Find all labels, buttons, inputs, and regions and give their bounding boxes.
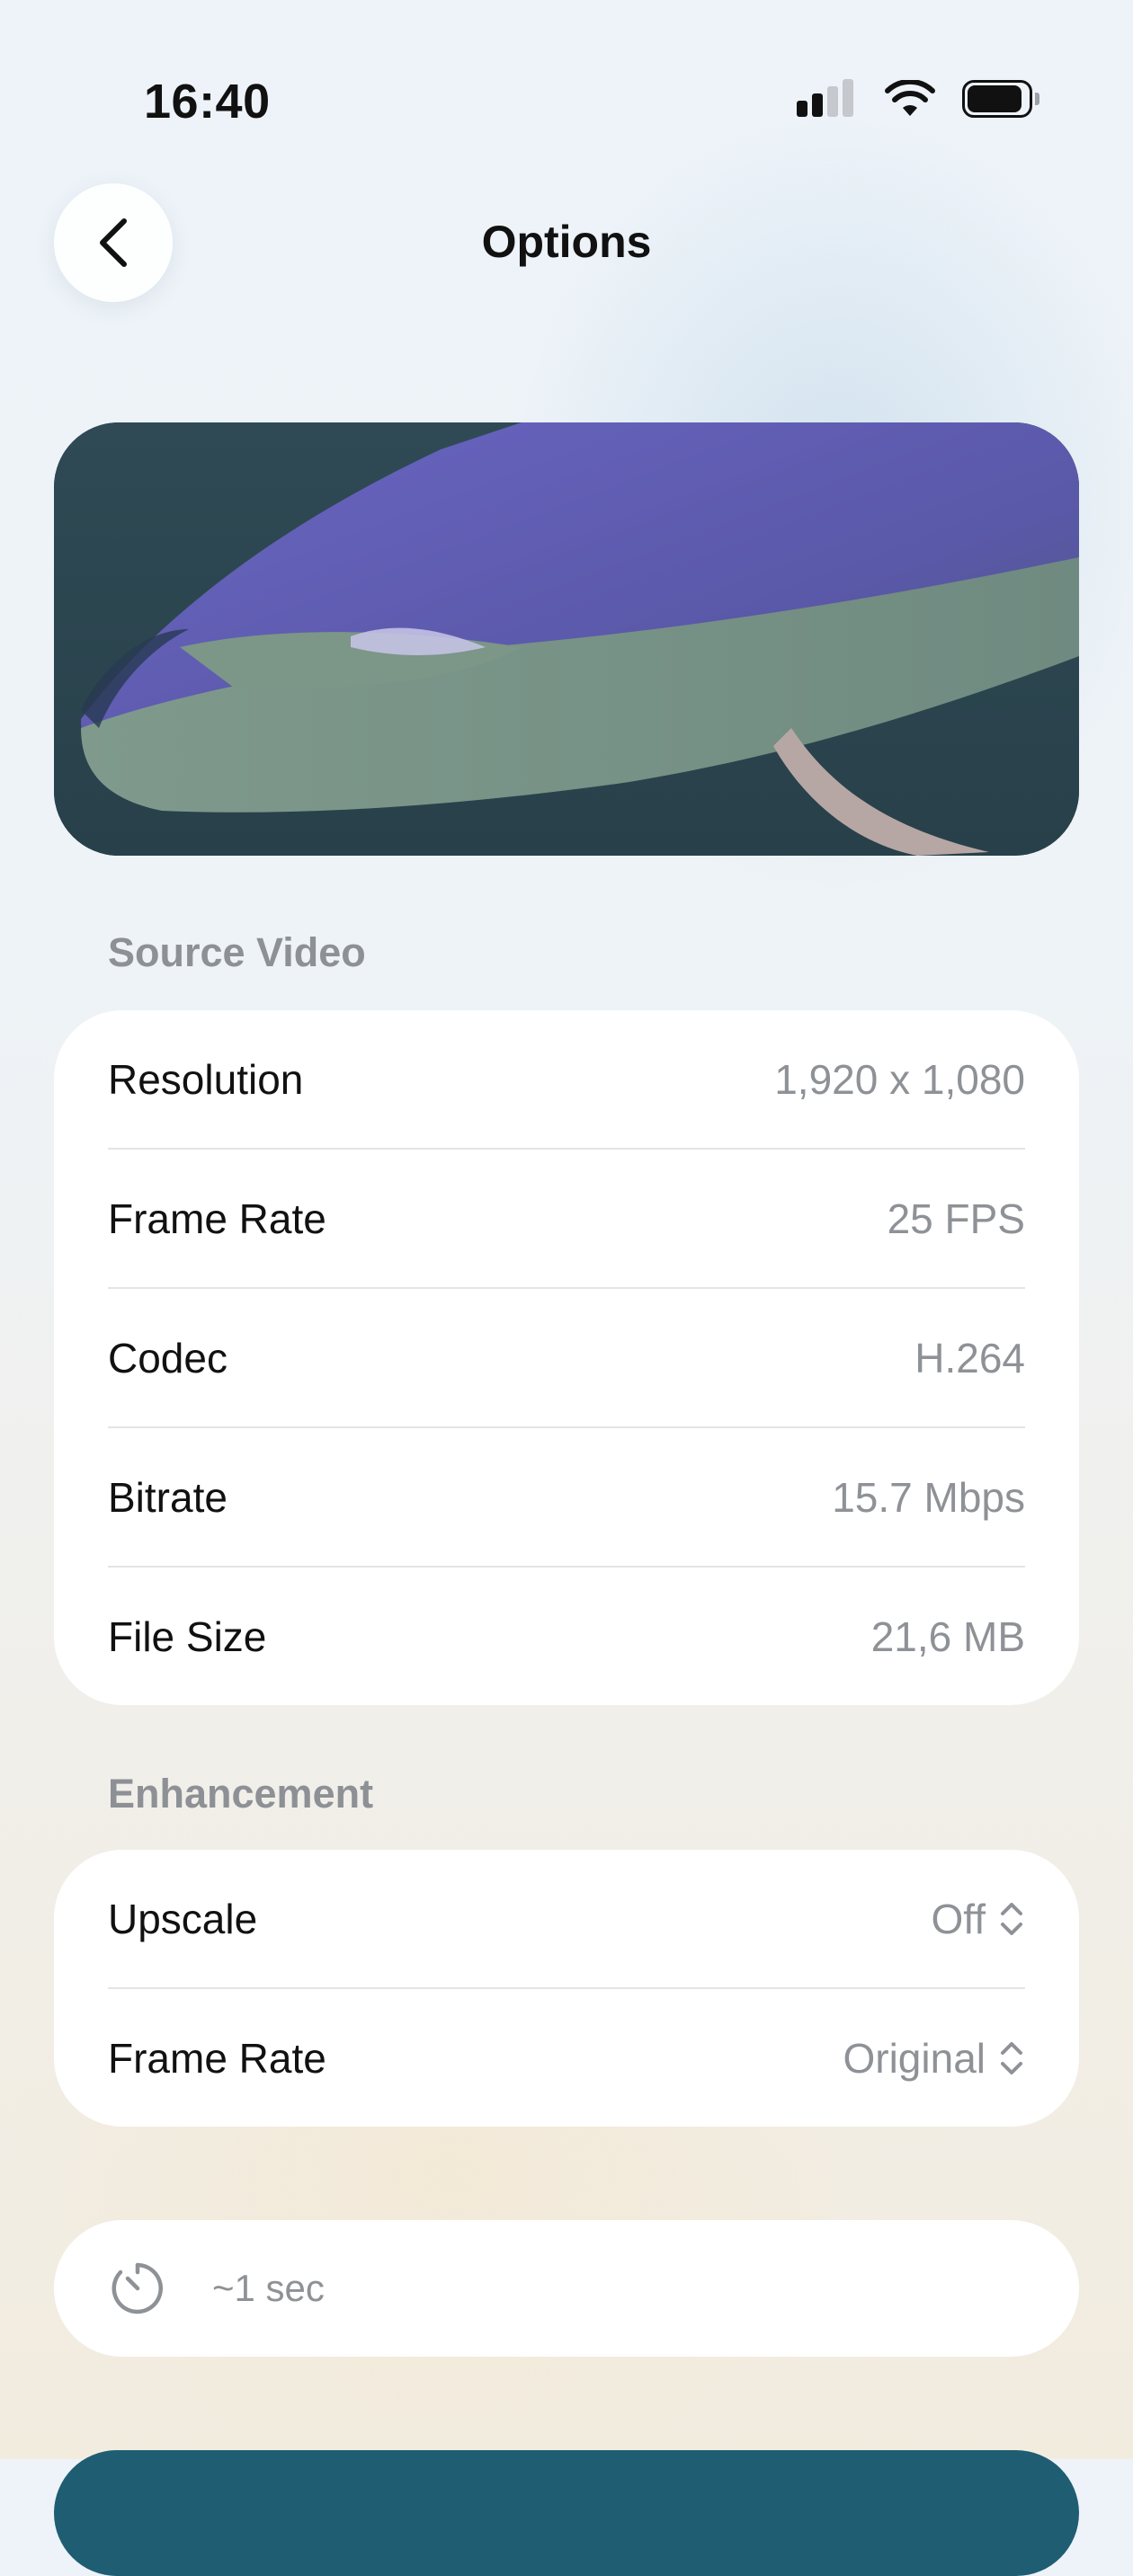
row-label: Codec [108, 1334, 227, 1381]
row-label: Frame Rate [108, 1195, 326, 1242]
video-thumbnail[interactable] [54, 422, 1079, 856]
info-row-codec: Codec H.264 [108, 1289, 1025, 1428]
cellular-signal-icon [797, 79, 858, 119]
info-row-bitrate: Bitrate 15.7 Mbps [108, 1428, 1025, 1568]
chevron-up-down-icon [1001, 1902, 1022, 1935]
row-label: Frame Rate [108, 2034, 326, 2082]
row-value: 25 FPS [887, 1195, 1025, 1242]
row-value: 1,920 x 1,080 [774, 1055, 1025, 1103]
info-row-resolution: Resolution 1,920 x 1,080 [108, 1010, 1025, 1150]
section-header-source-video: Source Video [108, 929, 366, 975]
row-label: Bitrate [108, 1473, 227, 1521]
status-time: 16:40 [144, 75, 271, 129]
picker-value: Original [843, 2034, 986, 2082]
estimated-time-pill: ~1 sec [54, 2220, 1079, 2357]
upscale-picker[interactable]: Off [931, 1895, 1025, 1943]
row-value: H.264 [914, 1334, 1025, 1381]
battery-icon [962, 80, 1039, 118]
status-icons [797, 79, 1039, 119]
source-video-card: Resolution 1,920 x 1,080 Frame Rate 25 F… [54, 1010, 1079, 1705]
timer-icon [112, 2262, 163, 2314]
row-label: Resolution [108, 1055, 304, 1103]
info-row-frame-rate: Frame Rate 25 FPS [108, 1150, 1025, 1289]
page-title: Options [481, 217, 652, 267]
enhancement-card: Upscale Off Frame Rate Original [54, 1850, 1079, 2127]
picker-row-frame-rate[interactable]: Frame Rate Original [108, 1989, 1025, 2127]
row-value: 15.7 Mbps [832, 1473, 1025, 1521]
picker-row-upscale[interactable]: Upscale Off [108, 1850, 1025, 1989]
estimated-time-text: ~1 sec [212, 2267, 325, 2309]
wifi-icon [885, 80, 935, 116]
chevron-up-down-icon [1001, 2041, 1022, 2074]
info-row-file-size: File Size 21,6 MB [108, 1568, 1025, 1705]
section-header-enhancement: Enhancement [108, 1771, 374, 1817]
picker-value: Off [931, 1895, 986, 1942]
frame-rate-picker[interactable]: Original [843, 2034, 1025, 2083]
row-label: Upscale [108, 1895, 258, 1942]
primary-action-button[interactable] [54, 2450, 1079, 2576]
row-label: File Size [108, 1612, 267, 1660]
row-value: 21,6 MB [870, 1612, 1025, 1660]
